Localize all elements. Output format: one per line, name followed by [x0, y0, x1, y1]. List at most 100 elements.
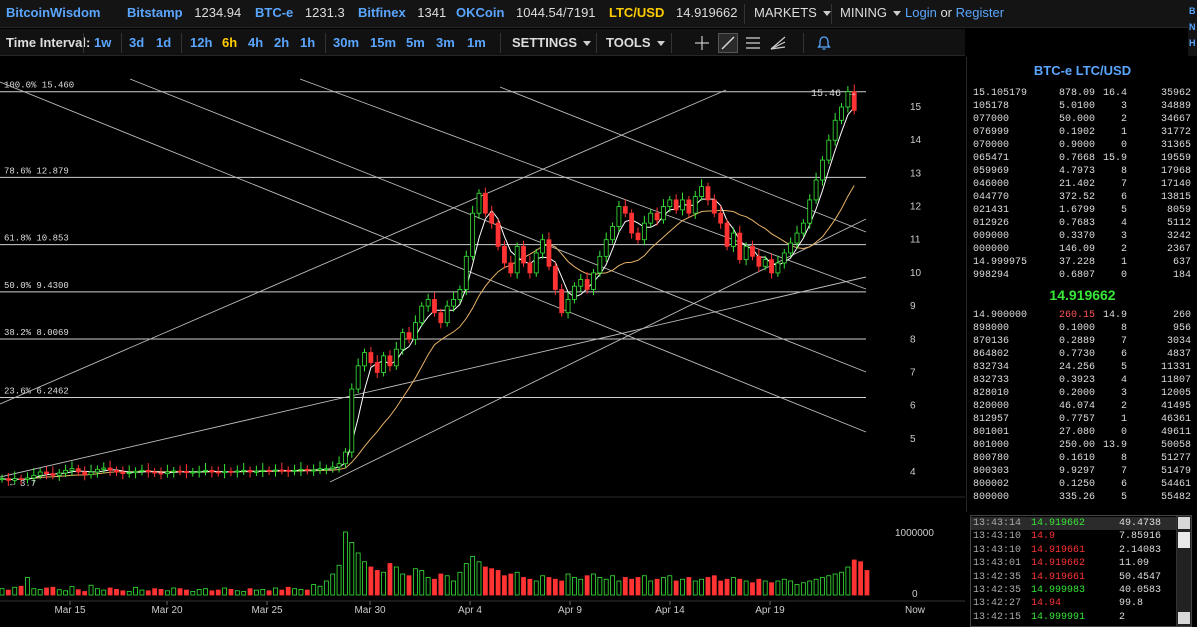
bids-row[interactable]: 800000 335.26 5 55482 [967, 491, 1197, 504]
bell-icon[interactable] [816, 35, 832, 51]
volume-bar [673, 580, 679, 596]
volume-bar [521, 577, 526, 596]
asks-row[interactable]: 044770 372.52 6 13815 [967, 191, 1197, 204]
y-tick-label: 11 [910, 235, 921, 246]
asks-row[interactable]: 070000 0.9000 0 31365 [967, 139, 1197, 152]
interval-12h[interactable]: 12h [190, 29, 212, 56]
markets-menu[interactable]: MARKETS [754, 0, 831, 28]
trade-row: 13:43:01 14.919662 11.09 [971, 557, 1176, 570]
candle-body [731, 232, 736, 247]
ticker-bitstamp[interactable]: Bitstamp 1234.94 [127, 0, 241, 28]
volume-bar [145, 590, 151, 596]
candle-body [616, 206, 622, 227]
asks-row[interactable]: 009000 0.3370 3 3242 [967, 230, 1197, 243]
bids-row[interactable]: 832733 0.3923 4 11807 [967, 374, 1197, 387]
ticker-price: 1044.54/7191 [516, 5, 596, 20]
bids-row[interactable]: 800780 0.1610 8 51277 [967, 452, 1197, 465]
bids-row[interactable]: 800002 0.1250 6 54461 [967, 478, 1197, 491]
scroll-down-icon[interactable] [1178, 612, 1190, 624]
bids-row[interactable]: 800303 9.9297 7 51479 [967, 465, 1197, 478]
tools-menu[interactable]: TOOLS [606, 29, 665, 56]
candle-body [756, 255, 762, 267]
interval-30m[interactable]: 30m [333, 29, 359, 56]
scroll-up-icon[interactable] [1178, 517, 1190, 529]
fan-tool-icon[interactable] [770, 35, 786, 51]
volume-bar [654, 578, 660, 596]
interval-15m[interactable]: 15m [370, 29, 396, 56]
order-total: 3242 [1166, 231, 1191, 242]
bids-row[interactable]: 828010 0.2000 3 12005 [967, 387, 1197, 400]
login-link[interactable]: Login [905, 5, 937, 20]
bids-row[interactable]: 870136 0.2889 7 3034 [967, 335, 1197, 348]
interval-4h[interactable]: 4h [248, 29, 263, 56]
register-link[interactable]: Register [956, 5, 1004, 20]
ticker-btce[interactable]: BTC-e 1231.3 [255, 0, 345, 28]
interval-1w[interactable]: 1w [94, 29, 111, 56]
ticker-okcoin[interactable]: OKCoin 1044.54/7191 [456, 0, 596, 28]
scroll-thumb[interactable] [1178, 532, 1190, 548]
volume-bar [222, 587, 228, 596]
interval-3m[interactable]: 3m [436, 29, 455, 56]
price-chart[interactable]: 100.0% 15.460 78.6% 12.879 61.8% 10.853 50.… [0, 57, 965, 627]
order-amount: 0.7668 [1058, 153, 1095, 164]
volume-bar [355, 552, 361, 596]
volume-bar [196, 589, 202, 596]
interval-6h[interactable]: 6h [222, 29, 237, 56]
order-amount: 0.3370 [1058, 231, 1095, 242]
interval-1h[interactable]: 1h [300, 29, 315, 56]
order-count: 4 [1120, 375, 1127, 386]
volume-bar [616, 580, 622, 596]
asks-row[interactable]: 998294 0.6807 0 184 [967, 269, 1197, 282]
settings-menu[interactable]: SETTINGS [512, 29, 592, 56]
candle-body [641, 222, 647, 241]
order-book-title[interactable]: BTC-e LTC/USD [967, 63, 1197, 78]
interval-2h[interactable]: 2h [274, 29, 289, 56]
candle-body [775, 262, 781, 274]
crosshair-icon[interactable] [694, 35, 710, 51]
mining-label: MINING [840, 5, 887, 20]
asks-row[interactable]: 065471 0.7668 15.9 19559 [967, 152, 1197, 165]
order-count: 5 [1120, 362, 1127, 373]
bids-row[interactable]: 812957 0.7757 1 46361 [967, 413, 1197, 426]
divider [500, 33, 501, 53]
asks-row[interactable]: 059969 4.7973 8 17968 [967, 165, 1197, 178]
asks-row[interactable]: 14.999975 37.228 1 637 [967, 256, 1197, 269]
y-tick-label: 5 [910, 434, 916, 445]
bids-row[interactable]: 832734 24.256 5 11331 [967, 361, 1197, 374]
bids-row[interactable]: 801000 250.00 13.9 50058 [967, 439, 1197, 452]
bids-row[interactable]: 820000 46.074 2 41495 [967, 400, 1197, 413]
horizontal-lines-icon[interactable] [745, 35, 761, 51]
asks-row[interactable]: 012926 0.7683 4 5112 [967, 217, 1197, 230]
interval-1m[interactable]: 1m [467, 29, 486, 56]
asks-row[interactable]: 021431 1.6799 5 8059 [967, 204, 1197, 217]
asks-row[interactable]: 076999 0.1902 1 31772 [967, 126, 1197, 139]
trade-history[interactable]: 13:43:14 14.919662 49.4738 13:43:10 14.9 7.85… [970, 515, 1192, 627]
interval-5m[interactable]: 5m [406, 29, 425, 56]
order-price: 801000 [973, 440, 1010, 451]
bids-row[interactable]: 14.900000 260.15 14.9 260 [967, 309, 1197, 322]
volume-bar [190, 591, 196, 596]
bids-row[interactable]: 898000 0.1000 8 956 [967, 322, 1197, 335]
asks-row[interactable]: 105178 5.0100 3 34889 [967, 100, 1197, 113]
ticker-bitfinex[interactable]: Bitfinex 1341 [358, 0, 446, 28]
interval-1d[interactable]: 1d [156, 29, 171, 56]
trade-scrollbar[interactable] [1176, 516, 1191, 626]
line-tool-icon[interactable] [718, 33, 738, 53]
bids-row[interactable]: 864802 0.7730 6 4837 [967, 348, 1197, 361]
volume-bar [374, 570, 380, 596]
candlestick-chart[interactable]: 100.0% 15.460 78.6% 12.879 61.8% 10.853 50.… [0, 57, 965, 627]
mining-menu[interactable]: MINING [840, 0, 901, 28]
x-tick-label: Apr 4 [458, 605, 482, 616]
volume-bar [126, 591, 132, 596]
volume-bar [572, 577, 577, 596]
order-count: 16.4 [1102, 88, 1127, 99]
fib-label: 38.2% 8.0069 [4, 328, 69, 338]
asks-row[interactable]: 046000 21.402 7 17140 [967, 178, 1197, 191]
interval-3d[interactable]: 3d [129, 29, 144, 56]
site-logo[interactable]: BitcoinWisdom [6, 0, 101, 28]
asks-row[interactable]: 077000 50.000 2 34667 [967, 113, 1197, 126]
asks-row[interactable]: 15.105179 878.09 16.4 35962 [967, 87, 1197, 100]
bids-row[interactable]: 801001 27.080 0 49611 [967, 426, 1197, 439]
ticker-ltcusd[interactable]: LTC/USD 14.919662 [609, 0, 737, 28]
asks-row[interactable]: 000000 146.09 2 2367 [967, 243, 1197, 256]
